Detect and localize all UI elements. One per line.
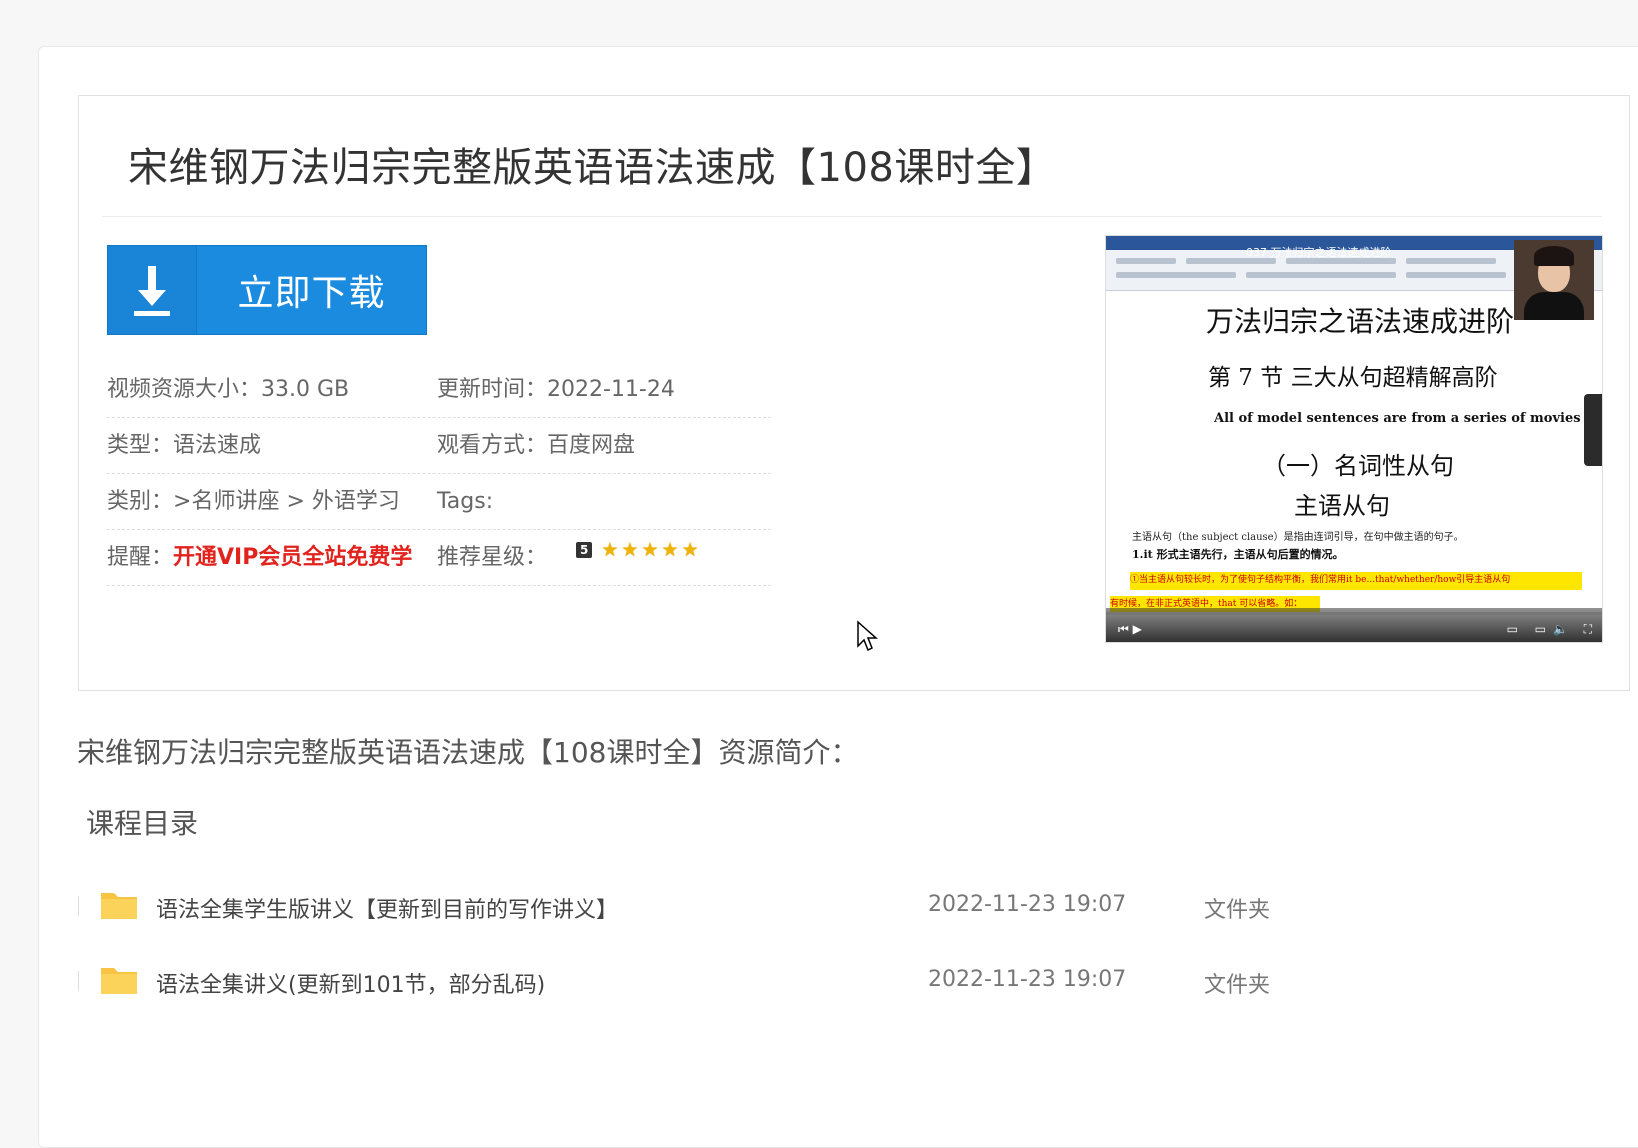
file-kind: 文件夹 bbox=[1204, 898, 1271, 923]
video-title-bar: 037 万法归宗之语法速成进阶 bbox=[1246, 246, 1392, 259]
meta-value: 百度网盘 bbox=[547, 433, 636, 458]
slide-subheading: 主语从句 bbox=[1294, 492, 1390, 520]
folder-icon bbox=[101, 893, 137, 919]
resource-intro-heading: 宋维钢万法归宗完整版英语语法速成【108课时全】资源简介： bbox=[77, 736, 859, 769]
slide-heading: （一）名词性从句 bbox=[1262, 452, 1454, 480]
title-divider bbox=[102, 216, 1602, 217]
star-icon: ★ bbox=[601, 538, 619, 561]
category-links[interactable]: >名师讲座 > 外语学习 bbox=[173, 489, 400, 514]
video-thumbnail[interactable]: 037 万法归宗之语法速成进阶 万法归宗之语法速成进阶 第 7 节 三大从句超精… bbox=[1105, 235, 1603, 643]
slide-line: 1.it 形式主语先行，主语从句后置的情况。 bbox=[1132, 548, 1344, 561]
slide-line: 主语从句（the subject clause）是指由连词引导，在句中做主语的句… bbox=[1132, 532, 1464, 543]
meta-row-type: 类型：语法速成 观看方式：百度网盘 bbox=[107, 418, 771, 474]
meta-row-category: 类别：>名师讲座 > 外语学习 Tags: bbox=[107, 474, 771, 530]
file-row[interactable]: 语法全集学生版讲义【更新到目前的写作讲义】 2022-11-23 19:07 文… bbox=[78, 876, 1478, 936]
download-button-label: 立即下载 bbox=[237, 273, 386, 314]
star-icon: ★ bbox=[641, 538, 659, 561]
slide-highlight: ①当主语从句较长时，为了使句子结构平衡，我们常用it be...that/whe… bbox=[1130, 572, 1582, 590]
slide-title: 万法归宗之语法速成进阶 bbox=[1206, 305, 1515, 338]
video-controls[interactable]: ⏮ ▶ ▭ ▭ 🔈 ⛶ bbox=[1106, 608, 1602, 642]
file-name[interactable]: 语法全集学生版讲义【更新到目前的写作讲义】 bbox=[156, 892, 618, 924]
meta-value: 33.0 GB bbox=[261, 377, 350, 402]
meta-row-size: 视频资源大小：33.0 GB 更新时间：2022-11-24 bbox=[107, 362, 771, 418]
meta-label: 更新时间： bbox=[437, 377, 548, 402]
page-title: 宋维钢万法归宗完整版英语语法速成【108课时全】 bbox=[128, 145, 1057, 191]
file-date: 2022-11-23 19:07 bbox=[928, 967, 1127, 992]
meta-row-reminder: 提醒：开通VIP会员全站免费学 推荐星级： 5 ★ ★ ★ ★ ★ bbox=[107, 530, 771, 586]
subtitle-icon[interactable]: ▭ bbox=[1507, 622, 1518, 636]
meta-label: 类型： bbox=[107, 433, 174, 458]
star-icon: ★ bbox=[681, 538, 699, 561]
meta-label: 类别： bbox=[107, 489, 174, 514]
meta-label: 观看方式： bbox=[437, 433, 548, 458]
download-icon bbox=[108, 246, 197, 334]
volume-icon[interactable]: 🔈 bbox=[1553, 622, 1568, 636]
play-icon[interactable]: ⏮ ▶ bbox=[1118, 622, 1142, 637]
meta-label: 提醒： bbox=[107, 545, 174, 570]
resource-meta-table: 视频资源大小：33.0 GB 更新时间：2022-11-24 类型：语法速成 观… bbox=[107, 362, 771, 586]
video-progress-bar[interactable] bbox=[1106, 612, 1602, 615]
rating-badge: 5 bbox=[576, 542, 593, 558]
vip-link[interactable]: 开通VIP会员全站免费学 bbox=[173, 545, 412, 570]
file-kind: 文件夹 bbox=[1204, 973, 1271, 998]
meta-label: Tags: bbox=[437, 489, 494, 514]
file-date: 2022-11-23 19:07 bbox=[928, 892, 1127, 917]
file-row[interactable]: 语法全集讲义(更新到101节，部分乱码) 2022-11-23 19:07 文件… bbox=[78, 951, 1478, 1011]
slide-subtitle: All of model sentences are from a series… bbox=[1214, 411, 1602, 426]
slide-section: 第 7 节 三大从句超精解高阶 bbox=[1208, 365, 1498, 391]
download-button[interactable]: 立即下载 bbox=[107, 245, 427, 335]
meta-label: 推荐星级： bbox=[437, 545, 548, 570]
folder-icon bbox=[101, 968, 137, 994]
meta-value: 2022-11-24 bbox=[547, 377, 675, 402]
webcam-overlay bbox=[1514, 240, 1594, 320]
toc-title: 课程目录 bbox=[86, 807, 199, 840]
fullscreen-icon[interactable]: ⛶ bbox=[1584, 622, 1592, 637]
mouse-cursor-icon bbox=[857, 620, 878, 652]
settings-icon[interactable]: ▭ bbox=[1535, 622, 1546, 636]
star-icon: ★ bbox=[661, 538, 679, 561]
meta-label: 视频资源大小： bbox=[107, 377, 262, 402]
meta-value[interactable]: 语法速成 bbox=[173, 433, 261, 458]
star-icon: ★ bbox=[621, 538, 639, 561]
file-name[interactable]: 语法全集讲义(更新到101节，部分乱码) bbox=[156, 967, 545, 999]
star-rating: 5 ★ ★ ★ ★ ★ bbox=[576, 538, 699, 561]
side-tab[interactable] bbox=[1584, 394, 1602, 466]
